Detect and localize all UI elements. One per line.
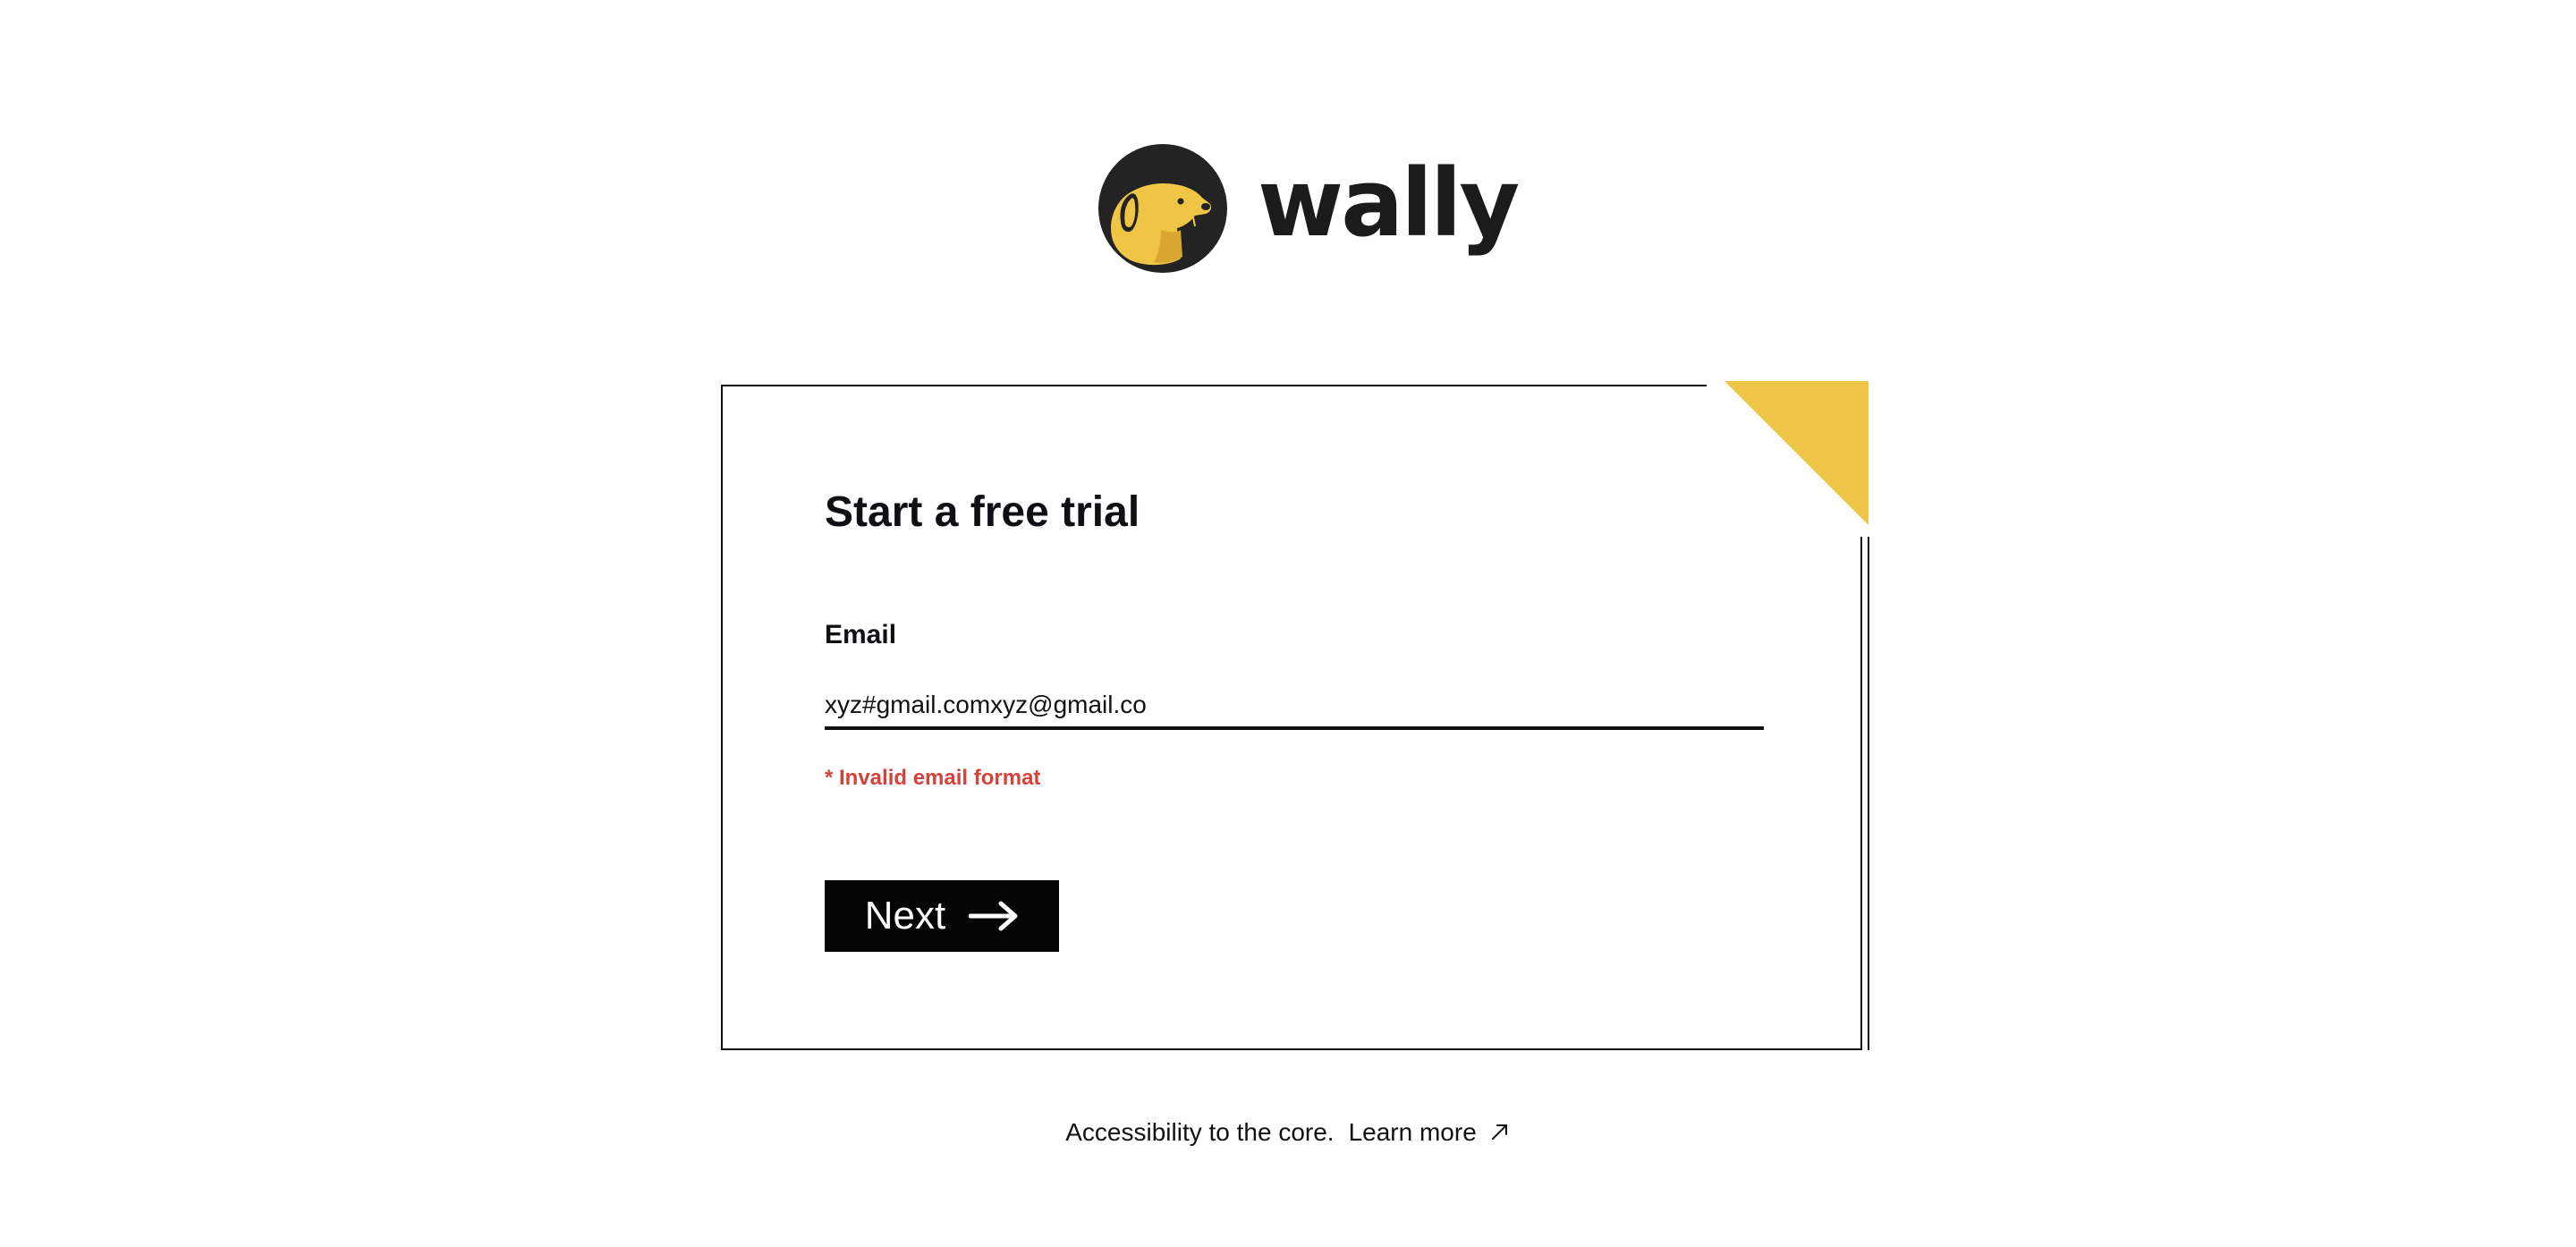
- card-right-border: [1868, 537, 1869, 1050]
- arrow-right-icon: [969, 901, 1018, 931]
- email-error-message: * Invalid email format: [825, 766, 1041, 790]
- corner-fold-decoration: [1724, 381, 1868, 525]
- footer-tagline: Accessibility to the core.: [1065, 1118, 1335, 1146]
- footer: Accessibility to the core. Learn more: [0, 1116, 2576, 1149]
- brand-logo: wally: [1098, 143, 1520, 274]
- next-button-label: Next: [864, 894, 946, 937]
- email-label: Email: [825, 620, 897, 649]
- page-title: Start a free trial: [825, 488, 1140, 536]
- signup-page: wally Start a free trial Email * Invalid…: [0, 0, 2576, 1247]
- learn-more-link[interactable]: Learn more: [1349, 1118, 1511, 1146]
- learn-more-label: Learn more: [1348, 1118, 1477, 1146]
- dog-head-icon: [1098, 144, 1227, 273]
- next-button[interactable]: Next: [825, 880, 1059, 952]
- brand-name: wally: [1258, 148, 1520, 258]
- external-link-arrow-icon: [1491, 1124, 1507, 1140]
- email-field[interactable]: [825, 683, 1764, 730]
